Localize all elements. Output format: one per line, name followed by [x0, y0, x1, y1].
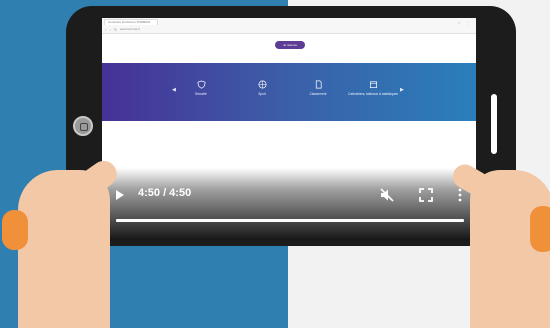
- right-sleeve: [530, 206, 550, 252]
- feature-item-security[interactable]: Sécurité: [174, 80, 228, 96]
- left-sleeve: [2, 210, 28, 250]
- feature-label: Classement: [309, 92, 327, 96]
- video-controls: 4:50 / 4:50: [102, 168, 476, 240]
- right-hand: [448, 160, 550, 328]
- more-options-icon[interactable]: [458, 188, 462, 202]
- home-bar: [491, 94, 497, 154]
- reserve-button[interactable]: Je réserve: [275, 41, 305, 49]
- fullscreen-icon[interactable]: [419, 188, 433, 202]
- browser-nav-icons[interactable]: ‹ › ↻: [105, 27, 118, 32]
- feature-item-ranking[interactable]: Classement: [291, 80, 345, 96]
- tablet-screen: Comment fonctionne TORMINA ‹ › ↻ www.tor…: [102, 18, 476, 240]
- feature-item-calendars[interactable]: Calendriers, tableaux & statistiques: [345, 80, 401, 96]
- camera-icon: [73, 116, 93, 136]
- shield-icon: [197, 80, 205, 89]
- feature-label: Calendriers, tableaux & statistiques: [348, 92, 398, 96]
- browser-menu-icons[interactable]: ☆ ⋮: [457, 20, 472, 25]
- document-icon: [315, 80, 322, 89]
- calendar-icon: [369, 81, 377, 89]
- arrow-right-icon[interactable]: ▶: [400, 87, 404, 93]
- tablet-frame: Comment fonctionne TORMINA ‹ › ↻ www.tor…: [66, 6, 516, 246]
- mute-icon[interactable]: [379, 187, 395, 203]
- play-icon[interactable]: [116, 190, 124, 200]
- feature-label: Sécurité: [195, 92, 207, 96]
- browser-tab[interactable]: Comment fonctionne TORMINA: [104, 19, 158, 25]
- feature-banner: ◀ Sécurité Sport Classement Calendriers,…: [102, 63, 476, 121]
- video-time: 4:50 / 4:50: [138, 187, 192, 199]
- video-progress-bar[interactable]: [116, 219, 464, 222]
- browser-toolbar: Comment fonctionne TORMINA ‹ › ↻ www.tor…: [102, 18, 476, 34]
- basketball-icon: [258, 80, 266, 89]
- feature-label: Sport: [258, 92, 266, 96]
- address-bar[interactable]: www.tormina.fr: [120, 27, 430, 32]
- left-hand: [2, 155, 122, 328]
- feature-item-sport[interactable]: Sport: [235, 80, 289, 96]
